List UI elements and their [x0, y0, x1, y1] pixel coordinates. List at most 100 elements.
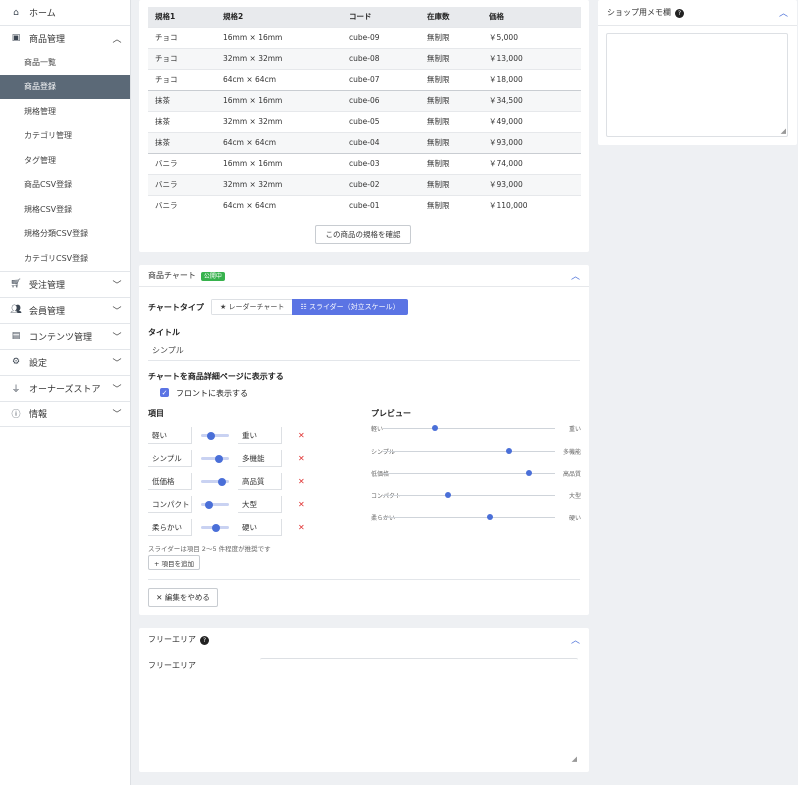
item-left-input[interactable]: 低価格 — [148, 473, 192, 490]
chart-card-title-text: 商品チャート — [148, 271, 196, 280]
nav-member-mgmt[interactable]: 👥︎ 会員管理 ﹀ — [0, 296, 130, 323]
resize-handle-icon[interactable]: ◢ — [781, 127, 786, 135]
sidebar-item-product-list[interactable]: 商品一覧 — [0, 50, 130, 75]
stop-edit-button[interactable]: ✕ 編集をやめる — [148, 588, 218, 607]
table-cell: バニラ — [148, 173, 216, 195]
col-header: 価格 — [482, 7, 581, 27]
nav-info[interactable]: ⓘ 情報 ﹀ — [0, 400, 130, 427]
item-slider[interactable] — [201, 523, 229, 532]
item-right-input[interactable]: 大型 — [238, 496, 282, 513]
sidebar-item-spec-class-csv[interactable]: 規格分類CSV登録 — [0, 222, 130, 247]
nav-order-mgmt[interactable]: 🛒︎ 受注管理 ﹀ — [0, 270, 130, 297]
preview-track — [383, 428, 555, 429]
nav-product-mgmt[interactable]: ▣ 商品管理 ︿ — [0, 25, 130, 50]
item-row: コンパクト 大型 ✕ — [148, 496, 305, 513]
slider-knob[interactable] — [215, 454, 224, 463]
delete-item-icon[interactable]: ✕ — [298, 477, 305, 486]
free-area-title: フリーエリア? — [148, 634, 571, 645]
preview-track — [383, 517, 555, 518]
preview-row: 柔らかい 硬い — [371, 513, 581, 523]
nav-settings[interactable]: ⚙ 設定 ﹀ — [0, 348, 130, 375]
box-icon: ▣ — [11, 33, 21, 43]
table-cell: バニラ — [148, 152, 216, 174]
chevron-down-icon: ﹀ — [112, 358, 122, 369]
sidebar-item-product-register[interactable]: 商品登録 — [0, 74, 130, 99]
item-row: 柔らかい 硬い ✕ — [148, 519, 305, 536]
sidebar-item-spec-csv[interactable]: 規格CSV登録 — [0, 197, 130, 222]
chevron-up-icon[interactable]: ︿ — [571, 633, 580, 646]
free-area-header[interactable]: フリーエリア? ︿ — [139, 628, 589, 650]
preview-right-label: 重い — [568, 426, 581, 433]
sidebar-item-spec-mgmt[interactable]: 規格管理 — [0, 99, 130, 124]
radar-chart-option[interactable]: ★ レーダーチャート — [211, 299, 293, 315]
slider-knob[interactable] — [206, 431, 215, 440]
nav-content-mgmt[interactable]: ▤ コンテンツ管理 ﹀ — [0, 322, 130, 349]
delete-item-icon[interactable]: ✕ — [298, 431, 305, 440]
shop-memo-card: ショップ用メモ欄? ︿ ◢ — [598, 0, 797, 145]
item-slider[interactable] — [201, 500, 229, 509]
table-cell: cube-07 — [342, 68, 420, 90]
table-cell: 64cm × 64cm — [216, 194, 342, 216]
col-header: 規格1 — [148, 7, 216, 27]
table-row: 抹茶 16mm × 16mm cube-06 無制限 ￥34,500 — [148, 89, 581, 111]
table-cell: 無制限 — [420, 131, 482, 153]
nav-home-label: ホーム — [29, 9, 56, 19]
slider-knob[interactable] — [218, 477, 226, 486]
preview-knob — [486, 514, 493, 520]
free-area-textarea[interactable]: ◢ — [260, 658, 578, 764]
sidebar-item-tag-mgmt[interactable]: タグ管理 — [0, 148, 130, 173]
table-row: 抹茶 32mm × 32mm cube-05 無制限 ￥49,000 — [148, 110, 581, 132]
item-left-input[interactable]: 軽い — [148, 427, 192, 444]
shop-memo-header[interactable]: ショップ用メモ欄? ︿ — [598, 0, 797, 26]
free-area-card: フリーエリア? ︿ フリーエリア ◢ — [139, 628, 589, 772]
table-cell: チョコ — [148, 26, 216, 48]
item-left-input[interactable]: シンプル — [148, 450, 192, 467]
item-right-input[interactable]: 多機能 — [238, 450, 282, 467]
table-cell: cube-02 — [342, 173, 420, 195]
item-right-input[interactable]: 高品質 — [238, 473, 282, 490]
item-slider[interactable] — [201, 431, 229, 440]
chevron-up-icon[interactable]: ︿ — [779, 6, 788, 19]
table-row: チョコ 64cm × 64cm cube-07 無制限 ￥18,000 — [148, 68, 581, 90]
slider-option[interactable]: ☷ スライダー（対立スケール） — [292, 299, 408, 315]
table-header-row: 規格1 規格2 コード 在庫数 価格 — [148, 7, 581, 27]
preview-track — [383, 495, 555, 496]
preview-knob — [526, 470, 533, 476]
preview-row: 低価格 高品質 — [371, 469, 581, 479]
nav-home[interactable]: ⌂ ホーム — [0, 0, 130, 25]
item-right-input[interactable]: 重い — [238, 427, 282, 444]
chart-type-toggle: ★ レーダーチャート ☷ スライダー（対立スケール） — [211, 299, 408, 315]
item-slider[interactable] — [201, 454, 229, 463]
chart-card-header[interactable]: 商品チャート 公開中 ︿ — [139, 265, 589, 287]
slider-knob[interactable] — [205, 500, 214, 509]
table-cell: 32mm × 32mm — [216, 173, 342, 195]
slider-knob[interactable] — [212, 523, 221, 532]
preview-knob — [505, 448, 512, 454]
item-right-input[interactable]: 硬い — [238, 519, 282, 536]
nav-owners-store[interactable]: ⏚ オーナーズストア ﹀ — [0, 374, 130, 401]
table-cell: 無制限 — [420, 110, 482, 132]
chart-type-label: チャートタイプ — [148, 303, 204, 312]
front-display-checkbox[interactable]: ✓ — [160, 388, 169, 397]
resize-handle-icon[interactable]: ◢ — [572, 755, 577, 763]
home-icon: ⌂ — [13, 7, 19, 18]
item-left-input[interactable]: コンパクト — [148, 496, 192, 513]
sidebar-item-category-csv[interactable]: カテゴリCSV登録 — [0, 246, 130, 271]
item-left-input[interactable]: 柔らかい — [148, 519, 192, 536]
chart-title-input[interactable]: シンプル — [148, 341, 580, 361]
col-header: 在庫数 — [420, 7, 482, 27]
shop-memo-textarea[interactable]: ◢ — [606, 33, 788, 137]
preview-left-label: 軽い — [371, 426, 384, 433]
col-header: 規格2 — [216, 7, 342, 27]
delete-item-icon[interactable]: ✕ — [298, 523, 305, 532]
confirm-spec-button[interactable]: この商品の規格を確認 — [315, 225, 411, 244]
delete-item-icon[interactable]: ✕ — [298, 500, 305, 509]
table-cell: チョコ — [148, 68, 216, 90]
sidebar-item-product-csv[interactable]: 商品CSV登録 — [0, 173, 130, 198]
chevron-up-icon[interactable]: ︿ — [571, 269, 580, 282]
delete-item-icon[interactable]: ✕ — [298, 454, 305, 463]
item-slider[interactable] — [201, 477, 229, 486]
add-item-button[interactable]: + 項目を追加 — [148, 555, 200, 570]
table-cell: 抹茶 — [148, 89, 216, 111]
sidebar-item-category-mgmt[interactable]: カテゴリ管理 — [0, 124, 130, 149]
